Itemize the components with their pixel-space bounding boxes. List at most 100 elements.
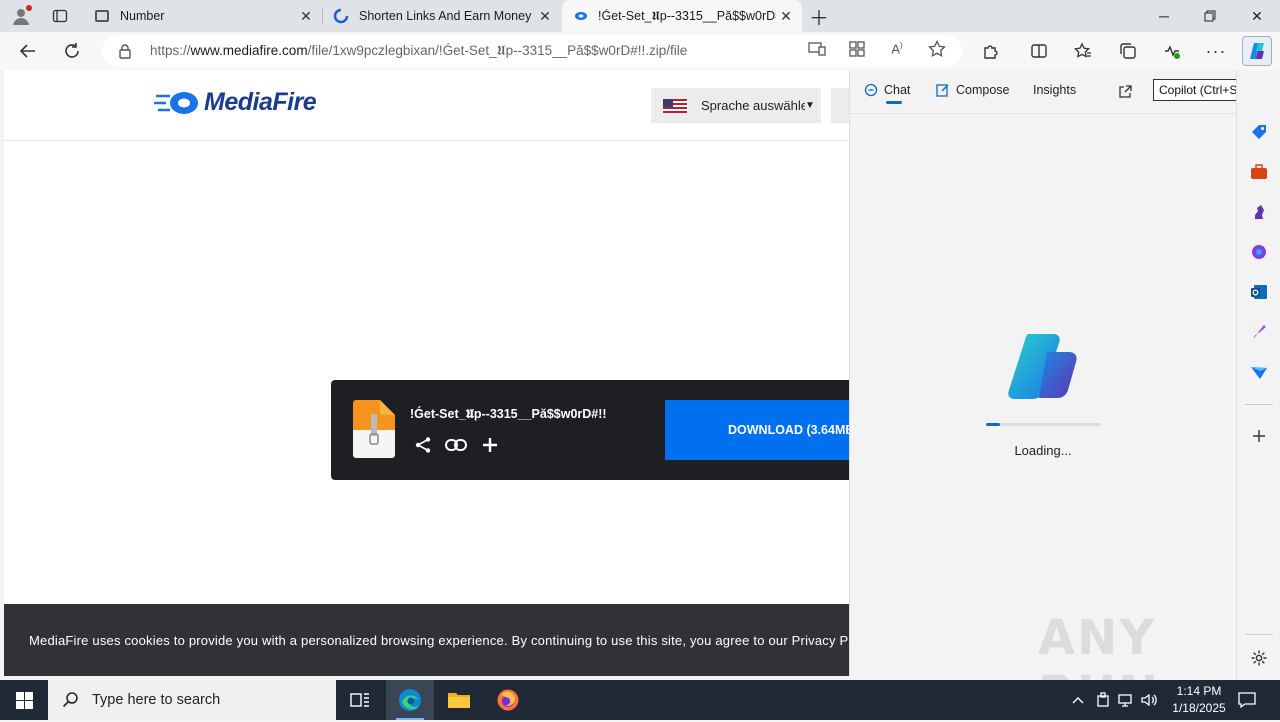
favorite-star-icon[interactable] — [927, 39, 947, 59]
active-tab-indicator — [886, 101, 902, 104]
back-arrow-icon — [19, 44, 35, 58]
link-icon[interactable] — [445, 434, 467, 456]
apps-icon[interactable] — [847, 39, 867, 59]
add-icon[interactable] — [479, 434, 501, 456]
caret-down-icon: ▼ — [805, 100, 815, 111]
start-button[interactable] — [0, 680, 48, 720]
folder-icon — [448, 693, 470, 708]
mediafire-logo[interactable]: MediaFire — [154, 88, 317, 117]
heartbeat-icon — [1165, 45, 1180, 59]
language-label: Sprache auswählen — [701, 98, 805, 113]
task-view-icon — [350, 693, 369, 707]
zip-file-icon — [353, 400, 395, 458]
tab-title: Shorten Links And Earn Money | — [359, 9, 535, 23]
sidebar-rail — [1236, 70, 1280, 680]
film-icon — [94, 8, 110, 24]
header-button[interactable] — [831, 88, 849, 123]
games-chess-icon[interactable] — [1249, 202, 1269, 222]
browser-essentials-button[interactable] — [1157, 36, 1187, 66]
copilot-icon — [1250, 43, 1264, 59]
profile-avatar[interactable] — [8, 3, 34, 29]
file-name: !Ǵet-Set_𝖀p--3315__Pă$$w0rD#!! — [410, 407, 607, 421]
split-screen-icon — [1031, 44, 1047, 58]
system-clock[interactable]: 1:14 PM 1/18/2025 — [1162, 683, 1236, 717]
open-in-new-tab-icon[interactable] — [1115, 82, 1135, 102]
address-bar[interactable]: https://www.mediafire.com/file/1xw9pczle… — [102, 35, 962, 67]
sidebar-settings-gear-icon[interactable] — [1249, 648, 1269, 668]
tray-overflow-chevron-icon[interactable] — [1068, 690, 1088, 710]
mediafire-flame-icon — [154, 91, 198, 114]
refresh-icon — [65, 43, 79, 58]
url-text[interactable]: https://www.mediafire.com/file/1xw9pczle… — [150, 43, 962, 59]
tools-briefcase-icon[interactable] — [1249, 162, 1269, 182]
mediafire-icon — [572, 8, 588, 24]
edge-taskbar-app[interactable] — [386, 680, 434, 720]
copilot-logo-icon — [1008, 334, 1077, 399]
cookie-text: MediaFire uses cookies to provide you wi… — [29, 632, 849, 648]
cookie-banner: MediaFire uses cookies to provide you wi… — [4, 604, 849, 676]
mediafire-page: MediaFire Sprache auswählen ▼ !Ǵet-Set_𝖀… — [4, 70, 849, 676]
volume-icon[interactable] — [1140, 690, 1160, 710]
download-button[interactable]: DOWNLOAD (3.64MB) — [665, 400, 849, 460]
task-view-button[interactable] — [336, 680, 384, 720]
tab-actions-button[interactable] — [48, 4, 72, 28]
copilot-button[interactable] — [1242, 36, 1272, 66]
close-tab-icon[interactable]: ✕ — [296, 6, 316, 26]
tab-compose[interactable]: Compose — [936, 83, 1010, 97]
outlook-icon[interactable] — [1249, 282, 1269, 302]
favorites-button[interactable] — [1068, 36, 1098, 66]
collections-icon — [1120, 43, 1136, 59]
new-tab-button[interactable]: ＋ — [807, 4, 831, 30]
microsoft-365-icon[interactable] — [1249, 242, 1269, 262]
file-explorer-taskbar-app[interactable] — [435, 680, 483, 720]
loading-text: Loading... — [1014, 443, 1072, 458]
clock-date: 1/18/2025 — [1172, 701, 1226, 715]
firefox-taskbar-app[interactable] — [484, 680, 532, 720]
security-icon[interactable] — [1093, 690, 1113, 710]
read-aloud-icon[interactable]: A) — [887, 39, 907, 59]
language-selector[interactable]: Sprache auswählen ▼ — [651, 88, 821, 123]
back-button[interactable] — [13, 36, 43, 66]
windows-taskbar: Type here to search 1:14 PM 1/18/2025 — [0, 680, 1280, 720]
extensions-button[interactable] — [976, 36, 1006, 66]
loading-progress-bar — [986, 423, 1101, 426]
shopping-tag-icon[interactable] — [1249, 122, 1269, 142]
tab-chat[interactable]: Chat — [864, 83, 910, 97]
close-tab-icon[interactable]: ✕ — [776, 6, 796, 26]
minimize-button[interactable]: ─ — [1141, 0, 1187, 32]
clock-time: 1:14 PM — [1176, 684, 1222, 698]
taskbar-search[interactable]: Type here to search — [48, 680, 336, 720]
tab-strip: Number ✕ Shorten Links And Earn Money | … — [0, 0, 1280, 32]
tab-title: !Ǵet-Set_𝖀p--3315__Pă$$w0rD#!! — [598, 8, 776, 23]
browser-toolbar: https://www.mediafire.com/file/1xw9pczle… — [0, 32, 1280, 70]
chat-icon — [864, 83, 878, 97]
tab-insights[interactable]: Insights — [1033, 83, 1076, 97]
download-panel: !Ǵet-Set_𝖀p--3315__Pă$$w0rD#!! DOWNLOAD … — [331, 380, 849, 480]
settings-more-button[interactable]: ··· — [1201, 36, 1231, 66]
collections-button[interactable] — [1113, 36, 1143, 66]
tab-mediafire[interactable]: !Ǵet-Set_𝖀p--3315__Pă$$w0rD#!! ✕ — [562, 0, 802, 32]
network-icon[interactable] — [1116, 690, 1136, 710]
logo-text: MediaFire — [204, 88, 317, 116]
puzzle-icon — [984, 45, 998, 59]
tab-shorten-links[interactable]: Shorten Links And Earn Money | ✕ — [323, 0, 561, 32]
close-window-button[interactable]: ✕ — [1234, 0, 1280, 32]
drop-send-icon[interactable] — [1249, 362, 1269, 382]
lock-icon[interactable] — [118, 43, 134, 59]
refresh-button[interactable] — [57, 36, 87, 66]
copilot-sidepanel: Chat Compose Insights Loading... ANY RUN — [849, 70, 1237, 722]
tab-title: Number — [120, 9, 165, 23]
restore-button[interactable] — [1187, 0, 1233, 32]
compose-icon — [936, 83, 950, 97]
close-tab-icon[interactable]: ✕ — [535, 6, 555, 26]
favorites-icon — [1074, 42, 1091, 58]
split-screen-button[interactable] — [1024, 36, 1054, 66]
notifications-icon[interactable] — [1237, 690, 1257, 710]
edge-icon — [399, 689, 421, 711]
more-icon: ··· — [1205, 40, 1227, 61]
app-available-icon[interactable] — [807, 39, 827, 59]
tab-number[interactable]: Number ✕ — [84, 0, 322, 32]
designer-icon[interactable] — [1249, 322, 1269, 342]
share-icon[interactable] — [412, 434, 434, 456]
add-app-icon[interactable] — [1249, 426, 1269, 446]
